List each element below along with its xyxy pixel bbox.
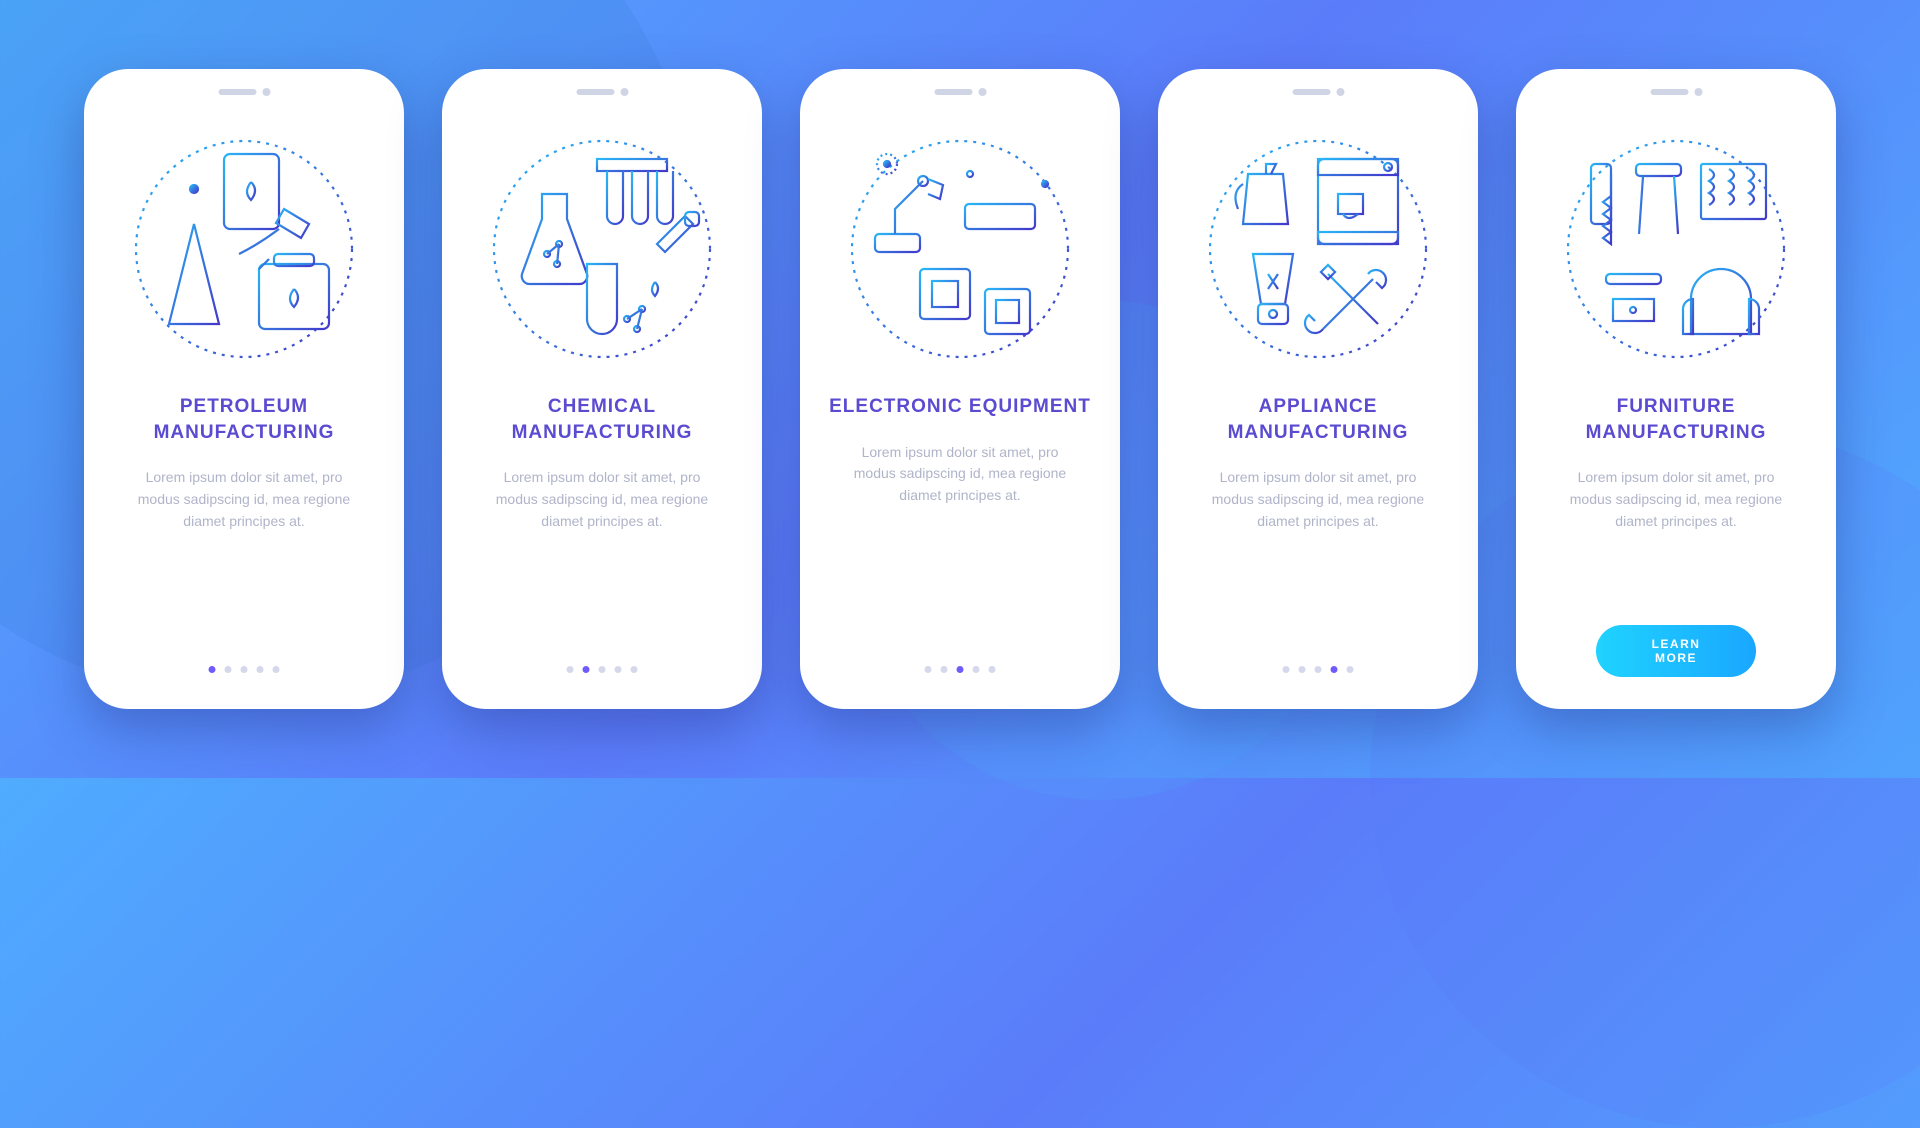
electronic-icon [845,134,1075,364]
phone-notch [1291,87,1346,97]
screen-title: APPLIANCE MANUFACTURING [1186,394,1450,445]
dot[interactable] [989,666,996,673]
dot[interactable] [941,666,948,673]
dot[interactable] [257,666,264,673]
dot[interactable] [973,666,980,673]
dot[interactable] [1347,666,1354,673]
dot[interactable] [599,666,606,673]
page-indicator [567,666,638,673]
dot[interactable] [615,666,622,673]
screen-description: Lorem ipsum dolor sit amet, pro modus sa… [487,467,717,532]
page-indicator [1283,666,1354,673]
dot[interactable] [273,666,280,673]
onboarding-screen-appliance: APPLIANCE MANUFACTURING Lorem ipsum dolo… [1158,69,1478,709]
onboarding-screen-petroleum: PETROLEUM MANUFACTURING Lorem ipsum dolo… [84,69,404,709]
phone-notch [1649,87,1704,97]
page-indicator [209,666,280,673]
phone-notch [933,87,988,97]
dot[interactable] [631,666,638,673]
dot[interactable] [1283,666,1290,673]
dot[interactable] [1315,666,1322,673]
screen-description: Lorem ipsum dolor sit amet, pro modus sa… [129,467,359,532]
screen-title: CHEMICAL MANUFACTURING [470,394,734,445]
dot[interactable] [225,666,232,673]
screen-description: Lorem ipsum dolor sit amet, pro modus sa… [845,442,1075,507]
dot[interactable] [957,666,964,673]
petroleum-icon [129,134,359,364]
page-indicator [925,666,996,673]
phone-notch [575,87,630,97]
dot[interactable] [1331,666,1338,673]
screen-title: ELECTRONIC EQUIPMENT [829,394,1091,420]
onboarding-screen-chemical: CHEMICAL MANUFACTURING Lorem ipsum dolor… [442,69,762,709]
onboarding-screen-electronic: ELECTRONIC EQUIPMENT Lorem ipsum dolor s… [800,69,1120,709]
appliance-icon [1203,134,1433,364]
dot[interactable] [1299,666,1306,673]
onboarding-screen-furniture: FURNITURE MANUFACTURING Lorem ipsum dolo… [1516,69,1836,709]
screen-title: FURNITURE MANUFACTURING [1544,394,1808,445]
dot[interactable] [925,666,932,673]
screen-description: Lorem ipsum dolor sit amet, pro modus sa… [1561,467,1791,532]
dot[interactable] [209,666,216,673]
onboarding-row: PETROLEUM MANUFACTURING Lorem ipsum dolo… [0,0,1920,778]
dot[interactable] [241,666,248,673]
chemical-icon [487,134,717,364]
furniture-icon [1561,134,1791,364]
phone-notch [217,87,272,97]
learn-more-button[interactable]: LEARN MORE [1596,625,1756,677]
screen-description: Lorem ipsum dolor sit amet, pro modus sa… [1203,467,1433,532]
dot[interactable] [567,666,574,673]
screen-title: PETROLEUM MANUFACTURING [112,394,376,445]
dot[interactable] [583,666,590,673]
